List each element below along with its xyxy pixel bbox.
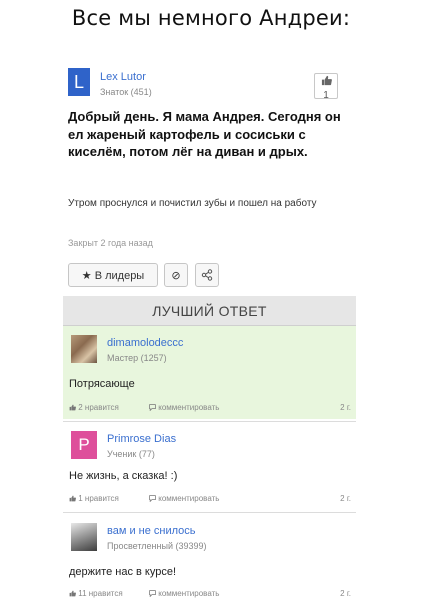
question-title: Добрый день. Я мама Андрея. Сегодня он е… xyxy=(68,109,341,159)
thumbs-up-icon xyxy=(69,590,76,597)
comment-link[interactable]: комментировать xyxy=(149,403,219,412)
author-avatar[interactable]: L xyxy=(68,68,90,96)
likes-count: 11 нравится xyxy=(78,589,123,598)
meme-caption: Все мы немного Андреи: xyxy=(71,6,351,30)
divider xyxy=(63,512,356,513)
to-leaders-button[interactable]: ★ В лидеры xyxy=(68,263,158,287)
avatar[interactable] xyxy=(71,523,97,551)
comment-label: комментировать xyxy=(158,403,220,412)
comment-icon xyxy=(149,404,156,412)
answer-meta: 1 нравится комментировать 2 г. xyxy=(69,494,351,506)
answer-item: вам и не снилось Просветленный (39399) д… xyxy=(63,514,356,604)
answer-age: 2 г. xyxy=(340,494,351,503)
question-card: L Lex Lutor Знаток (451) 1 Добрый день. … xyxy=(60,66,360,287)
author-name[interactable]: Lex Lutor xyxy=(100,71,146,83)
like-answer-button[interactable]: 1 нравится xyxy=(69,494,119,503)
question-status: Закрыт 2 года назад xyxy=(68,238,153,248)
ban-icon[interactable]: ⊘ xyxy=(164,263,188,287)
answer-age: 2 г. xyxy=(340,403,351,412)
like-count: 1 xyxy=(323,90,329,101)
thumbs-up-icon xyxy=(69,495,76,502)
answer-text: Не жизнь, а сказка! :) xyxy=(69,470,178,482)
comment-label: комментировать xyxy=(158,589,220,598)
answer-meta: 2 нравится комментировать 2 г. xyxy=(69,403,351,415)
avatar[interactable]: P xyxy=(71,431,97,459)
likes-count: 2 нравится xyxy=(78,403,119,412)
comment-label: комментировать xyxy=(158,494,220,503)
like-question-button[interactable]: 1 xyxy=(314,73,338,101)
answer-item: P Primrose Dias Ученик (77) Не жизнь, а … xyxy=(63,422,356,510)
answer-author-rank: Просветленный (39399) xyxy=(107,541,207,551)
best-answer: dimamolodeccc Мастер (1257) Потрясающе 2… xyxy=(63,326,356,419)
likes-count: 1 нравится xyxy=(78,494,119,503)
answer-meta: 11 нравится комментировать 2 г. xyxy=(69,589,351,601)
avatar[interactable] xyxy=(71,335,97,363)
answer-author-rank: Ученик (77) xyxy=(107,449,155,459)
answer-author-rank: Мастер (1257) xyxy=(107,353,167,363)
answer-author-name[interactable]: вам и не снилось xyxy=(107,525,196,537)
author-rank: Знаток (451) xyxy=(100,87,152,97)
share-button[interactable] xyxy=(195,263,219,287)
answer-text: Потрясающе xyxy=(69,378,135,390)
comment-link[interactable]: комментировать xyxy=(149,589,219,598)
question-body: Утром проснулся и почистил зубы и пошел … xyxy=(68,198,317,209)
answer-age: 2 г. xyxy=(340,589,351,598)
comment-icon xyxy=(149,495,156,503)
comment-icon xyxy=(149,590,156,598)
question-header: L Lex Lutor Знаток (451) 1 xyxy=(60,66,360,104)
thumbs-up-icon xyxy=(69,404,76,411)
thumbs-up-icon xyxy=(321,75,332,86)
comment-link[interactable]: комментировать xyxy=(149,494,219,503)
share-icon xyxy=(201,269,213,281)
like-answer-button[interactable]: 2 нравится xyxy=(69,403,119,412)
best-answer-header: ЛУЧШИЙ ОТВЕТ xyxy=(63,296,356,326)
answer-author-name[interactable]: Primrose Dias xyxy=(107,433,176,445)
answer-text: держите нас в курсе! xyxy=(69,566,176,578)
like-answer-button[interactable]: 11 нравится xyxy=(69,589,123,598)
answer-author-name[interactable]: dimamolodeccc xyxy=(107,337,183,349)
